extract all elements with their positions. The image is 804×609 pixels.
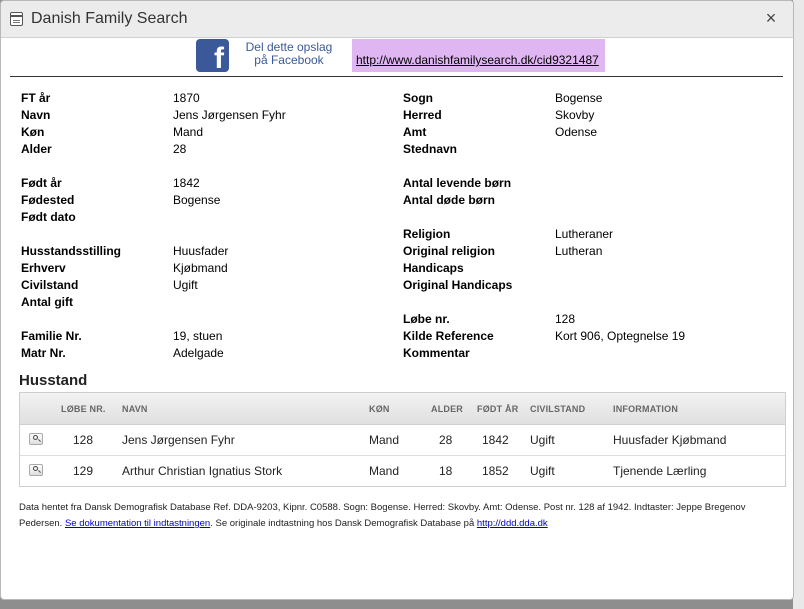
cell-kon: Mand: [369, 433, 400, 447]
fact-label: Antal døde børn: [403, 193, 495, 207]
fact-value: 128: [555, 312, 576, 326]
cell-navn: Arthur Christian Ignatius Stork: [122, 464, 283, 478]
fact-value: Ugift: [173, 278, 198, 292]
fact-label: Handicaps: [403, 261, 464, 275]
fact-label: Kommentar: [403, 346, 470, 360]
household-table: LØBE NR. NAVN KØN ALDER FØDT ÅR CIVILSTA…: [19, 392, 786, 487]
magnifier-icon[interactable]: [29, 464, 43, 476]
facebook-icon[interactable]: f: [196, 39, 229, 72]
cell-fodt: 1842: [482, 433, 509, 447]
ddd-link[interactable]: http://ddd.dda.dk: [477, 518, 548, 529]
source-footer: Data hentet fra Dansk Demografisk Databa…: [19, 500, 784, 532]
fact-label: Herred: [403, 108, 442, 122]
fact-value: 1842: [173, 176, 200, 190]
cell-info: Huusfader Kjøbmand: [613, 433, 727, 447]
fact-label: Antal levende børn: [403, 176, 512, 190]
footer-text-2: . Se originale indtastning hos Dansk Dem…: [210, 518, 477, 529]
fact-value: Bogense: [173, 193, 221, 207]
fact-value: Adelgade: [173, 346, 224, 360]
col-header-info[interactable]: INFORMATION: [613, 404, 678, 414]
cell-civil: Ugift: [530, 464, 555, 478]
fact-value: Bogense: [555, 91, 603, 105]
fact-label: Født år: [21, 176, 62, 190]
cell-lobe: 128: [73, 433, 94, 447]
dialog-window: Danish Family Search × f Del dette opsla…: [0, 0, 794, 600]
cell-fodt: 1852: [482, 464, 509, 478]
fact-label: Alder: [21, 142, 52, 156]
fact-label: Køn: [21, 125, 45, 139]
cell-lobe: 129: [73, 464, 94, 478]
fact-value: Jens Jørgensen Fyhr: [173, 108, 286, 122]
close-button[interactable]: ×: [761, 8, 781, 28]
col-header-civil[interactable]: CIVILSTAND: [530, 404, 585, 414]
fact-value: Skovby: [555, 108, 595, 122]
permalink-link[interactable]: http://www.danishfamilysearch.dk/cid9321…: [352, 39, 605, 72]
col-header-navn[interactable]: NAVN: [122, 404, 148, 414]
table-header: LØBE NR. NAVN KØN ALDER FØDT ÅR CIVILSTA…: [20, 393, 785, 425]
window-title: Danish Family Search: [31, 10, 188, 27]
background-scrollbar: [793, 0, 804, 609]
fact-label: Civilstand: [21, 278, 79, 292]
facebook-share-link[interactable]: Del dette opslag på Facebook: [239, 41, 339, 67]
share-bar: f Del dette opslag på Facebook http://ww…: [10, 38, 783, 77]
fact-label: Familie Nr.: [21, 329, 82, 343]
fact-label: Navn: [21, 108, 51, 122]
cell-kon: Mand: [369, 464, 400, 478]
fact-label: Husstandsstilling: [21, 244, 122, 258]
fact-label: Sogn: [403, 91, 433, 105]
fact-label: Original religion: [403, 244, 496, 258]
title-bar: Danish Family Search ×: [1, 1, 793, 38]
cell-alder: 28: [439, 433, 453, 447]
fact-value: Lutheran: [555, 244, 603, 258]
col-header-alder[interactable]: ALDER: [431, 404, 463, 414]
fact-value: 19, stuen: [173, 329, 223, 343]
fact-value: Odense: [555, 125, 598, 139]
col-header-kon[interactable]: KØN: [369, 404, 390, 414]
fact-value: Lutheraner: [555, 227, 614, 241]
cell-alder: 18: [439, 464, 453, 478]
fact-value: Kjøbmand: [173, 261, 228, 275]
cell-civil: Ugift: [530, 433, 555, 447]
document-icon: [10, 12, 23, 26]
fact-label: FT år: [21, 91, 51, 105]
fact-label: Amt: [403, 125, 427, 139]
fact-label: Antal gift: [21, 295, 73, 309]
fact-value: 1870: [173, 91, 200, 105]
cell-info: Tjenende Lærling: [613, 464, 707, 478]
household-title: Husstand: [19, 372, 88, 389]
fact-label: Fødested: [21, 193, 75, 207]
fact-label: Født dato: [21, 210, 76, 224]
col-header-fodt[interactable]: FØDT ÅR: [477, 404, 518, 414]
documentation-link[interactable]: Se dokumentation til indtastningen: [65, 518, 210, 529]
magnifier-icon[interactable]: [29, 433, 43, 445]
fact-label: Erhverv: [21, 261, 66, 275]
fact-value: Kort 906, Optegnelse 19: [555, 329, 686, 343]
fact-label: Matr Nr.: [21, 346, 66, 360]
table-row[interactable]: 128 Jens Jørgensen Fyhr Mand 28 1842 Ugi…: [20, 425, 785, 456]
fact-value: 28: [173, 142, 187, 156]
fact-value: Huusfader: [173, 244, 229, 258]
col-header-lobe[interactable]: LØBE NR.: [61, 404, 106, 414]
fact-label: Religion: [403, 227, 451, 241]
fact-value: Mand: [173, 125, 204, 139]
facebook-share-line2: på Facebook: [254, 53, 324, 67]
table-row[interactable]: 129 Arthur Christian Ignatius Stork Mand…: [20, 456, 785, 486]
fact-label: Løbe nr.: [403, 312, 450, 326]
cell-navn: Jens Jørgensen Fyhr: [122, 433, 235, 447]
fact-label: Kilde Reference: [403, 329, 494, 343]
fact-label: Original Handicaps: [403, 278, 513, 292]
fact-label: Stednavn: [403, 142, 458, 156]
